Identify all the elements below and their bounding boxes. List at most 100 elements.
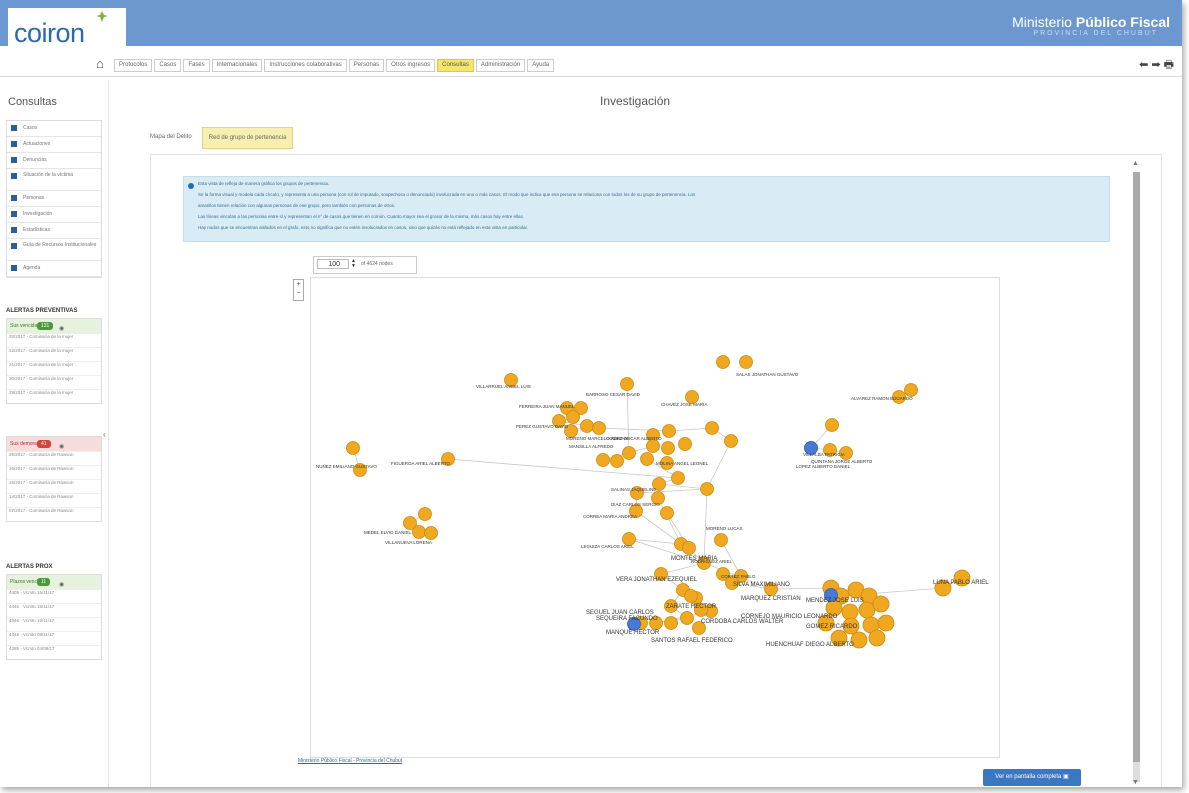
graph-node[interactable] [680, 611, 694, 625]
node-count-input[interactable]: 100 [317, 259, 349, 269]
graph-node[interactable] [424, 526, 438, 540]
menu-bar: Protocolos Casos Fases Internacionales Instr… [114, 59, 556, 72]
zoom-control[interactable]: + − [293, 279, 304, 301]
fullscreen-button[interactable]: Ver en pantalla completa ▣ [983, 769, 1081, 786]
sidebar-item-label: Personas [23, 195, 45, 201]
menu-item-2[interactable]: Fases [183, 59, 210, 72]
nav-tools-icons[interactable]: ⬅ ➡ 🖶 [1139, 56, 1174, 75]
ministry-prefix: Ministerio [1012, 14, 1076, 30]
graph-node[interactable] [661, 441, 675, 455]
graph-node[interactable] [596, 453, 610, 467]
graph-node[interactable] [664, 616, 678, 630]
sidebar-divider [108, 80, 109, 787]
graph-node[interactable] [580, 419, 594, 433]
sidebar-item-label: Actuaciones [23, 141, 51, 147]
menu-item-1[interactable]: Casos [154, 59, 182, 72]
menu-item-6[interactable]: Otros ingresos [386, 59, 436, 72]
graph-node[interactable] [858, 601, 876, 619]
graph-node[interactable] [739, 355, 753, 369]
tab-1[interactable]: Red de grupo de pertenencia [201, 127, 294, 149]
alertas-title: ALERTAS PREVENTIVAS [6, 308, 78, 314]
graph-node[interactable] [714, 533, 728, 547]
graph-node[interactable] [678, 437, 692, 451]
graph-node[interactable] [877, 614, 895, 632]
graph-node[interactable] [841, 603, 859, 621]
menu-item-7[interactable]: Consultas [437, 59, 474, 72]
graph-node[interactable] [592, 421, 606, 435]
menu-item-4[interactable]: Instrucciones colaborativas [264, 59, 347, 72]
scrollbar[interactable]: ▲ ▼ [1131, 160, 1142, 787]
graph-node[interactable] [904, 383, 918, 397]
graph-node[interactable] [610, 454, 624, 468]
sidebar-item-0[interactable]: Casos [7, 121, 101, 137]
alert-item[interactable]: 28/2017 - Comisaría de Rawson [7, 451, 101, 465]
network-graph[interactable]: SALAS JONATHAN GUSTAVO VILLARRUEL ANGEL L… [310, 277, 1000, 758]
graph-node[interactable] [868, 629, 886, 647]
graph-node[interactable] [646, 439, 660, 453]
menu-item-8[interactable]: Administración [475, 59, 526, 72]
alert-item[interactable]: 4409 - Vcmto 15/11/17 [7, 589, 101, 603]
graph-node[interactable] [872, 595, 890, 613]
sidebar-item-4[interactable]: Personas [7, 191, 101, 207]
sidebar-item-5[interactable]: Investigación [7, 207, 101, 223]
menu-item-5[interactable]: Personas [348, 59, 385, 72]
scroll-down-icon[interactable]: ▼ [1132, 779, 1139, 786]
alert-item[interactable]: 32/2017 - Comisaría de la mujer [7, 347, 101, 361]
logo[interactable]: coiron [8, 8, 126, 48]
alert-item[interactable]: 07/2017 - Comisaría de Rawson [7, 507, 101, 521]
graph-node[interactable] [412, 525, 426, 539]
graph-node[interactable] [825, 418, 839, 432]
sidebar-item-3[interactable]: Situación de la víctima [7, 169, 101, 191]
alert-item[interactable]: 29/2017 - Comisaría de la mujer [7, 389, 101, 403]
tab-0[interactable]: Mapa del Delito [144, 127, 198, 147]
graph-node[interactable] [346, 441, 360, 455]
alert-item[interactable]: 14/2017 - Comisaría de Rawson [7, 493, 101, 507]
alert-item[interactable]: 4346 - Vcmto 15/11/17 [7, 617, 101, 631]
eye-icon[interactable]: ◉ [59, 440, 64, 454]
graph-node[interactable] [662, 424, 676, 438]
alert-head-vencidas[interactable]: Sus vencidas 131 ◉ [7, 319, 101, 333]
sidebar-item-2[interactable]: Denuncias [7, 153, 101, 169]
alert-item[interactable]: 30/2017 - Comisaría de la mujer [7, 375, 101, 389]
eye-icon[interactable]: ◉ [59, 578, 64, 592]
graph-node[interactable] [640, 452, 654, 466]
sidebar-item-label: Situación de la víctima [23, 172, 74, 178]
menu-item-9[interactable]: Ayuda [527, 59, 555, 72]
graph-node[interactable] [620, 377, 634, 391]
alert-item[interactable]: 31/2017 - Comisaría de la mujer [7, 361, 101, 375]
graph-node[interactable] [705, 421, 719, 435]
sidebar-item-8[interactable]: Agenda [7, 261, 101, 277]
menu-item-0[interactable]: Protocolos [114, 59, 153, 72]
sidebar-item-label: Estadísticas [23, 227, 50, 233]
graph-canvas[interactable]: SALAS JONATHAN GUSTAVO VILLARRUEL ANGEL L… [311, 278, 999, 757]
graph-node[interactable] [566, 410, 580, 424]
graph-node[interactable] [671, 471, 685, 485]
eye-icon[interactable]: ◉ [59, 322, 64, 336]
graph-node[interactable] [622, 446, 636, 460]
menu-item-3[interactable]: Internacionales [211, 59, 263, 72]
scroll-up-icon[interactable]: ▲ [1132, 160, 1139, 167]
alert-item[interactable]: 15/2017 - Comisaría de Rawson [7, 465, 101, 479]
graph-node[interactable] [682, 541, 696, 555]
graph-node[interactable] [700, 482, 714, 496]
graph-node[interactable] [724, 434, 738, 448]
alert-item[interactable]: 33/2017 - Comisaría de la mujer [7, 333, 101, 347]
graph-node[interactable] [418, 507, 432, 521]
stepper-arrows-icon[interactable]: ▲ ▼ [351, 259, 356, 269]
alert-head-plazos[interactable]: Plazos vencidos 11 ◉ [7, 575, 101, 589]
home-icon[interactable]: ⌂ [96, 56, 104, 71]
alert-head-demoradas[interactable]: Sus demoradas 41 ◉ [7, 437, 101, 451]
sidebar-item-1[interactable]: Actuaciones [7, 137, 101, 153]
graph-node[interactable] [716, 355, 730, 369]
alert-item[interactable]: 4446 - Vcmto 15/11/17 [7, 603, 101, 617]
graph-node[interactable] [660, 506, 674, 520]
alert-item[interactable]: 4348 - Vcmto 08/11/17 [7, 631, 101, 645]
graph-credit-link[interactable]: Ministerio Público Fiscal - Provincia de… [298, 758, 402, 764]
sidebar-item-7[interactable]: Guía de Recursos Institucionales [7, 239, 101, 261]
alert-item[interactable]: 4385 - Vcmto 04/09/17 [7, 645, 101, 659]
graph-node[interactable] [684, 589, 698, 603]
sidebar-collapse-icon[interactable]: ‹ [103, 430, 106, 439]
sidebar-item-6[interactable]: Estadísticas [7, 223, 101, 239]
scroll-thumb[interactable] [1133, 172, 1140, 762]
alert-item[interactable]: 15/2017 - Comisaría de Rawson [7, 479, 101, 493]
